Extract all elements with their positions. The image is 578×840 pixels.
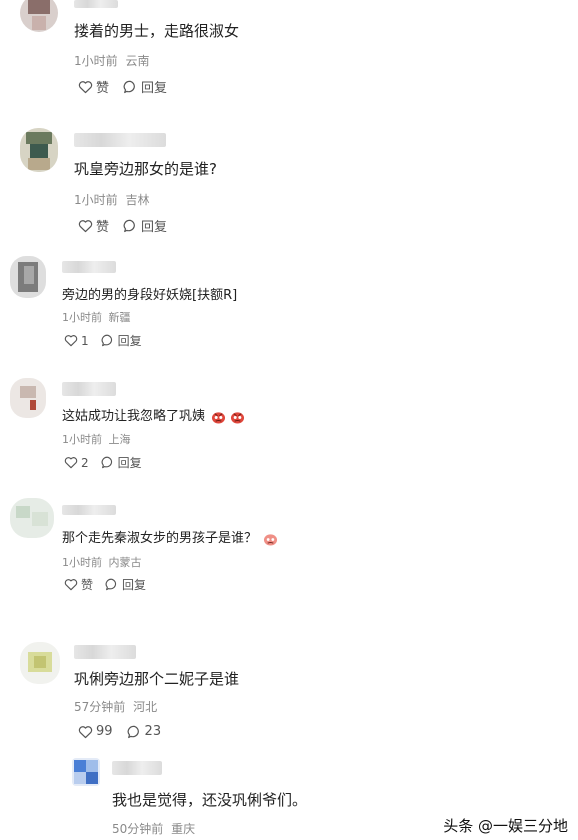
angry-face-emoji <box>264 533 278 546</box>
comment-actions: 赞 回复 <box>78 216 167 235</box>
reply-label: 回复 <box>141 81 168 96</box>
heart-outline-icon <box>64 579 78 591</box>
comment-actions: 99 23 <box>78 724 161 739</box>
reply-location: 重庆 <box>171 822 196 836</box>
username-blurred[interactable] <box>74 0 118 8</box>
like-count: 2 <box>81 455 89 470</box>
reply-button[interactable]: 回复 <box>101 454 142 471</box>
reply-button[interactable]: 回复 <box>123 216 167 235</box>
comment-actions: 2 回复 <box>64 454 142 471</box>
heart-outline-icon <box>78 725 93 738</box>
like-button[interactable]: 2 <box>64 456 89 470</box>
username-blurred[interactable] <box>112 761 162 775</box>
comment-text-body: 这姑成功让我忽略了巩姨 <box>62 409 206 424</box>
avatar[interactable] <box>20 128 58 172</box>
heart-outline-icon <box>78 219 93 232</box>
comment-text: 那个走先秦淑女步的男孩子是谁？ <box>62 527 278 546</box>
like-button[interactable]: 赞 <box>78 77 109 96</box>
comment-meta: 1小时前 上海 <box>62 431 131 447</box>
avatar[interactable] <box>10 378 46 418</box>
like-label: 赞 <box>96 220 110 235</box>
speech-bubble-icon <box>101 334 112 347</box>
comment-text: 巩俐旁边那个二妮子是谁 <box>74 670 240 688</box>
comment-location: 内蒙古 <box>108 556 142 569</box>
like-button[interactable]: 1 <box>64 334 89 348</box>
avatar[interactable] <box>20 642 60 684</box>
username-blurred[interactable] <box>74 133 166 147</box>
username-blurred[interactable] <box>62 505 116 515</box>
comment-text: 巩皇旁边那女的是谁? <box>74 160 217 178</box>
comment-actions: 赞 回复 <box>78 77 167 96</box>
reply-meta: 50分钟前 重庆 <box>112 820 195 837</box>
comment-actions: 1 回复 <box>64 332 142 349</box>
speech-bubble-icon <box>101 456 112 469</box>
avatar[interactable] <box>10 256 46 298</box>
heart-outline-icon <box>64 335 78 347</box>
comment-actions: 赞 回复 <box>64 576 146 593</box>
comment-text: 这姑成功让我忽略了巩姨 <box>62 405 245 424</box>
username-blurred[interactable] <box>62 261 116 273</box>
reply-count: 23 <box>144 724 162 739</box>
heart-outline-icon <box>78 80 93 93</box>
speech-bubble-icon <box>105 578 117 591</box>
avatar[interactable] <box>20 0 58 32</box>
reply-label: 回复 <box>117 334 142 348</box>
angry-face-emoji <box>231 411 245 424</box>
username-blurred[interactable] <box>74 645 136 659</box>
comment-time: 1小时前 <box>62 433 102 446</box>
reply-button[interactable]: 回复 <box>101 332 142 349</box>
like-label: 赞 <box>81 578 94 592</box>
reply-text: 我也是觉得，还没巩俐爷们。 <box>112 791 308 809</box>
comment-location: 云南 <box>125 54 150 68</box>
comment-location: 吉林 <box>125 193 150 207</box>
reply-button[interactable]: 回复 <box>105 576 146 593</box>
reply-button[interactable]: 23 <box>127 724 162 739</box>
speech-bubble-icon <box>127 725 139 738</box>
angry-face-emoji <box>212 411 226 424</box>
comment-meta: 1小时前 新疆 <box>62 309 131 325</box>
comment-text-body: 那个走先秦淑女步的男孩子是谁？ <box>62 531 258 546</box>
like-button[interactable]: 赞 <box>64 576 93 593</box>
speech-bubble-icon <box>123 80 135 93</box>
comment-time: 57分钟前 <box>74 700 126 714</box>
comment-time: 1小时前 <box>62 556 102 569</box>
like-label: 赞 <box>96 81 110 96</box>
reply-label: 回复 <box>141 220 168 235</box>
like-button[interactable]: 99 <box>78 724 113 739</box>
heart-outline-icon <box>64 457 78 469</box>
reply-button[interactable]: 回复 <box>123 77 167 96</box>
comment-meta: 1小时前 吉林 <box>74 191 149 208</box>
avatar[interactable] <box>10 498 54 538</box>
like-count: 99 <box>96 724 113 739</box>
reply-label: 回复 <box>117 456 142 470</box>
comment-meta: 57分钟前 河北 <box>74 698 157 715</box>
username-blurred[interactable] <box>62 382 116 396</box>
comment-location: 上海 <box>108 433 131 446</box>
comment-time: 1小时前 <box>62 311 102 324</box>
comment-location: 新疆 <box>108 311 131 324</box>
comment-text: 旁边的男的身段好妖娆[扶额R] <box>62 288 238 303</box>
comment-text: 搂着的男士，走路很淑女 <box>74 22 240 40</box>
like-button[interactable]: 赞 <box>78 216 109 235</box>
reply-label: 回复 <box>122 578 147 592</box>
comment-time: 1小时前 <box>74 193 118 207</box>
comment-meta: 1小时前 内蒙古 <box>62 554 142 570</box>
like-count: 1 <box>81 333 89 348</box>
reply-time: 50分钟前 <box>112 822 164 836</box>
watermark: 头条 @一娱三分地 <box>443 817 568 835</box>
avatar[interactable] <box>72 758 100 786</box>
comment-location: 河北 <box>133 700 158 714</box>
comment-time: 1小时前 <box>74 54 118 68</box>
speech-bubble-icon <box>123 219 135 232</box>
comment-meta: 1小时前 云南 <box>74 52 149 69</box>
